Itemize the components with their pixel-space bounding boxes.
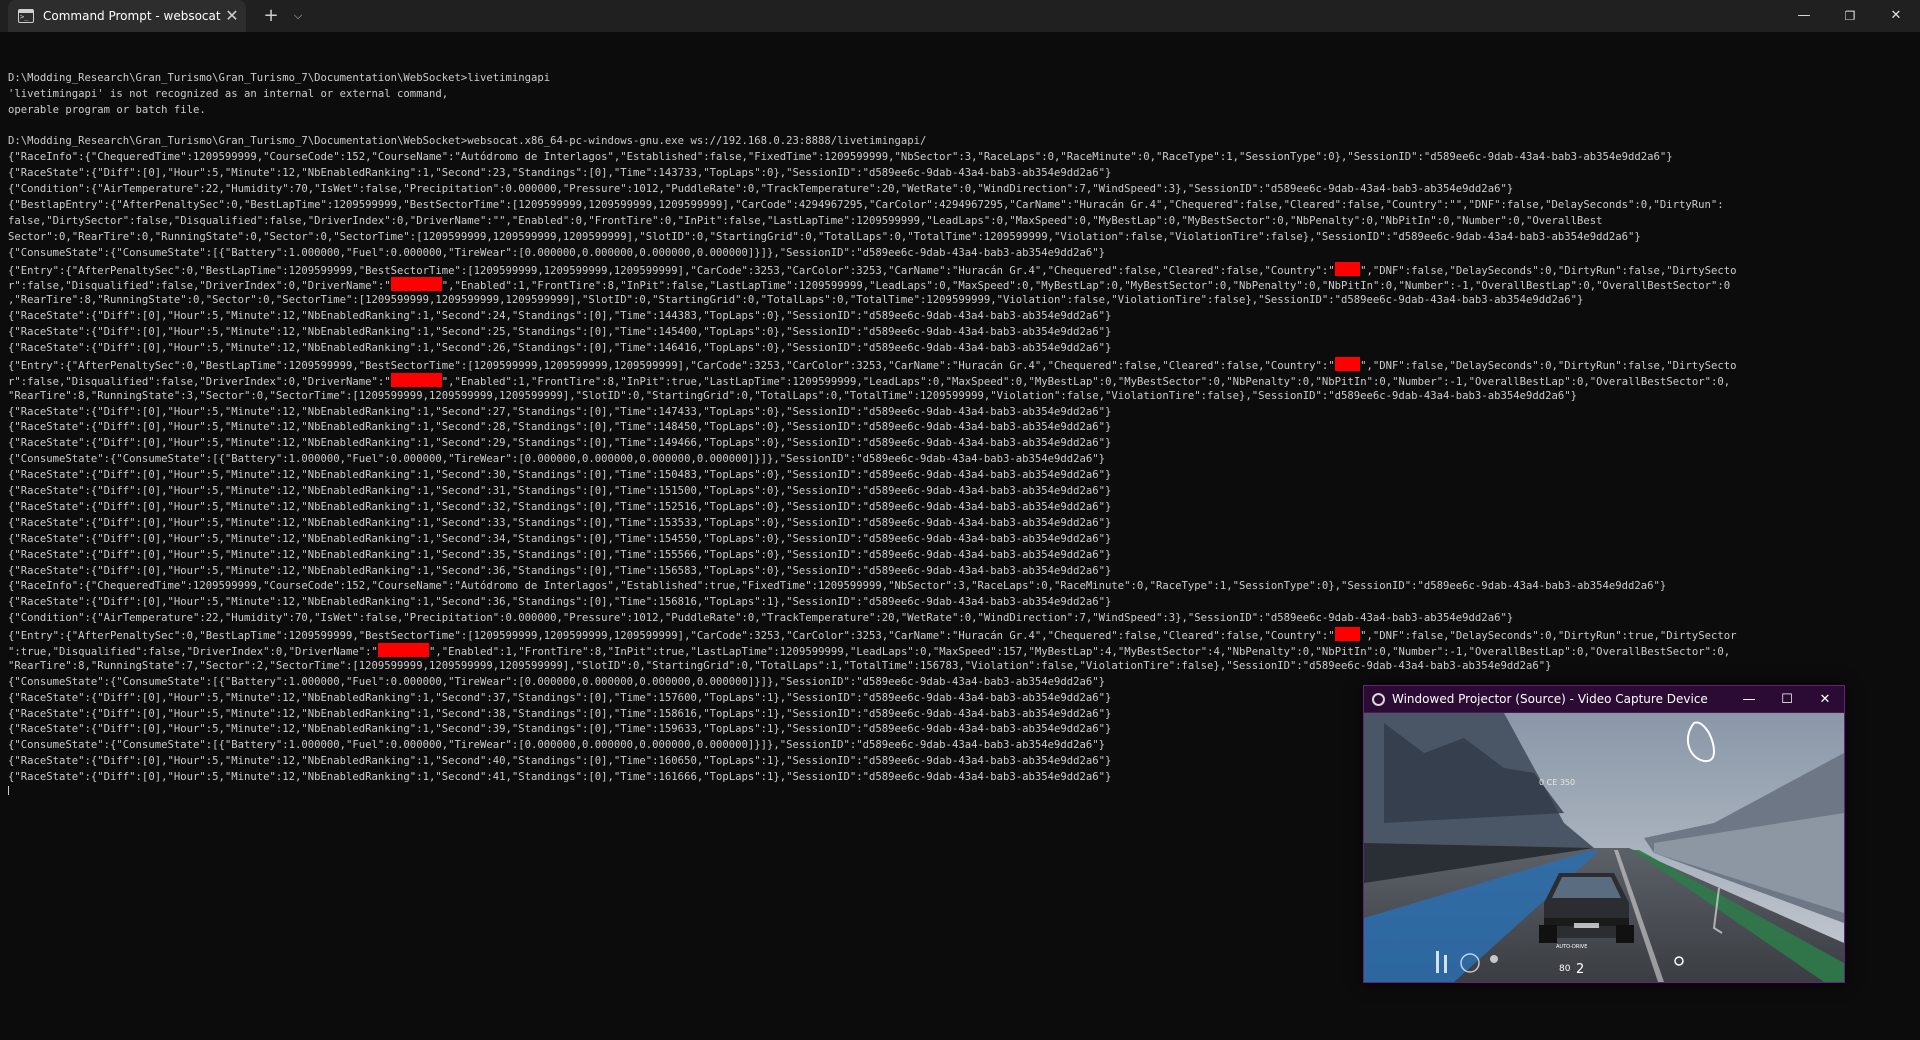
text-cursor: [8, 785, 9, 795]
hud-speed: 80: [1559, 964, 1571, 974]
redacted-text: [1334, 627, 1361, 642]
redacted-text: [1334, 356, 1361, 371]
console-line: {"Condition":{"AirTemperature":22,"Humid…: [8, 183, 1514, 196]
terminal-tab-bar: Command Prompt - websocat ✕ + ⌵ — ❐ ✕: [0, 0, 1920, 32]
minimize-button[interactable]: —: [1781, 0, 1827, 32]
console-line: {"RaceState":{"Diff":[0],"Hour":5,"Minut…: [8, 500, 1112, 513]
close-button[interactable]: ✕: [1873, 0, 1919, 32]
projector-titlebar[interactable]: Windowed Projector (Source) - Video Capt…: [1364, 686, 1844, 713]
tab-close-button[interactable]: ✕: [222, 6, 242, 26]
console-line: {"RaceInfo":{"ChequeredTime":1209599999,…: [8, 580, 1667, 593]
obs-icon: [1372, 693, 1385, 706]
maximize-button[interactable]: ❐: [1827, 0, 1873, 32]
console-line: operable program or batch file.: [8, 103, 206, 116]
terminal-icon: [18, 9, 34, 23]
console-output[interactable]: D:\Modding_Research\Gran_Turismo\Gran_Tu…: [8, 55, 1912, 795]
projector-minimize-button[interactable]: —: [1730, 686, 1768, 713]
redacted-text: [1334, 261, 1361, 276]
console-line: {"RaceState":{"Diff":[0],"Hour":5,"Minut…: [8, 310, 1112, 323]
console-line: {"RaceState":{"Diff":[0],"Hour":5,"Minut…: [8, 485, 1112, 498]
console-line: {"Entry":{"AfterPenaltySec":0,"BestLapTi…: [8, 627, 1912, 643]
console-line: {"RaceState":{"Diff":[0],"Hour":5,"Minut…: [8, 421, 1112, 434]
projector-maximize-button[interactable]: ☐: [1768, 686, 1806, 713]
console-line: Sector":0,"RearTire":0,"RunningState":0,…: [8, 230, 1641, 243]
console-line: {"RaceState":{"Diff":[0],"Hour":5,"Minut…: [8, 342, 1112, 355]
console-line: {"Entry":{"AfterPenaltySec":0,"BestLapTi…: [8, 261, 1912, 278]
console-line: {"RaceState":{"Diff":[0],"Hour":5,"Minut…: [8, 564, 1112, 577]
console-line: ,"RearTire":8,"RunningState":0,"Sector":…: [8, 294, 1584, 307]
game-scene: 0 CE 350 AUTO-DRIVE 80 2: [1364, 713, 1844, 982]
tab-command-prompt[interactable]: Command Prompt - websocat ✕: [8, 0, 246, 32]
projector-title: Windowed Projector (Source) - Video Capt…: [1392, 692, 1708, 706]
console-line: {"RaceState":{"Diff":[0],"Hour":5,"Minut…: [8, 548, 1112, 561]
console-line: "RearTire":8,"RunningState":7,"Sector":2…: [8, 659, 1552, 672]
console-line: {"RaceState":{"Diff":[0],"Hour":5,"Minut…: [8, 469, 1112, 482]
console-line: r":false,"Disqualified":false,"DriverInd…: [8, 372, 1912, 389]
tab-title: Command Prompt - websocat: [43, 9, 221, 23]
console-line: {"RaceState":{"Diff":[0],"Hour":5,"Minut…: [8, 326, 1112, 339]
console-line: {"BestlapEntry":{"AfterPenaltySec":0,"Be…: [8, 199, 1724, 212]
console-line: {"Condition":{"AirTemperature":22,"Humid…: [8, 612, 1514, 625]
redacted-text: [390, 277, 442, 292]
console-line: r":false,"Disqualified":false,"DriverInd…: [8, 277, 1912, 293]
console-line: {"ConsumeState":{"ConsumeState":[{"Batte…: [8, 246, 1106, 259]
console-line: {"RaceState":{"Diff":[0],"Hour":5,"Minut…: [8, 405, 1112, 418]
console-line: 'livetimingapi' is not recognized as an …: [8, 87, 449, 100]
console-line: {"Entry":{"AfterPenaltySec":0,"BestLapTi…: [8, 356, 1912, 373]
console-line: {"RaceState":{"Diff":[0],"Hour":5,"Minut…: [8, 437, 1112, 450]
hud-mode: AUTO-DRIVE: [1556, 944, 1587, 950]
console-line: D:\Modding_Research\Gran_Turismo\Gran_Tu…: [8, 135, 927, 148]
console-line: {"RaceState":{"Diff":[0],"Hour":5,"Minut…: [8, 167, 1112, 180]
projector-window[interactable]: Windowed Projector (Source) - Video Capt…: [1363, 685, 1845, 983]
console-line: {"RaceInfo":{"ChequeredTime":1209599999,…: [8, 151, 1673, 164]
console-line: D:\Modding_Research\Gran_Turismo\Gran_Tu…: [8, 71, 551, 84]
console-line: {"RaceState":{"Diff":[0],"Hour":5,"Minut…: [8, 532, 1112, 545]
video-capture-view: 0 CE 350 AUTO-DRIVE 80 2: [1364, 713, 1844, 982]
new-tab-button[interactable]: +: [260, 5, 282, 27]
tab-dropdown-chevron-icon[interactable]: ⌵: [288, 6, 308, 26]
projector-close-button[interactable]: ✕: [1806, 686, 1844, 713]
console-line: false,"DirtySector":false,"Disqualified"…: [8, 214, 1603, 227]
console-line: ":true,"Disqualified":false,"DriverIndex…: [8, 642, 1912, 659]
hud-gear: 2: [1576, 962, 1584, 977]
redacted-text: [390, 372, 442, 387]
redacted-text: [377, 642, 430, 657]
console-line: {"ConsumeState":{"ConsumeState":[{"Batte…: [8, 453, 1106, 466]
console-line: {"RaceState":{"Diff":[0],"Hour":5,"Minut…: [8, 596, 1112, 609]
console-line: {"RaceState":{"Diff":[0],"Hour":5,"Minut…: [8, 516, 1112, 529]
hud-distance: 0 CE 350: [1539, 778, 1575, 787]
console-line: "RearTire":8,"RunningState":3,"Sector":0…: [8, 389, 1577, 402]
